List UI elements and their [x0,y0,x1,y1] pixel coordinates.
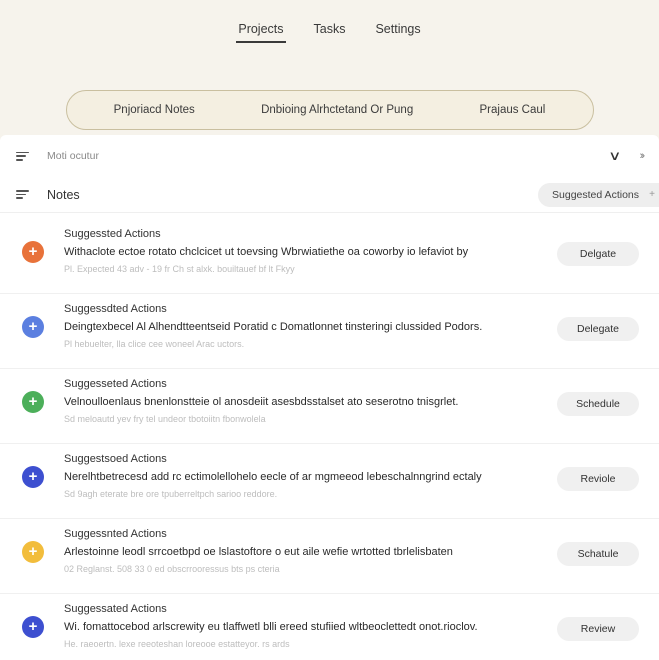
item-meta: 02 Reglanst. 508 33 0 ed obscrrooressus … [64,564,280,574]
schedule-button[interactable]: Schedule [557,392,639,416]
top-nav: Projects Tasks Settings [0,0,659,58]
suggested-actions-button[interactable]: Suggested Actions + [538,182,659,207]
item-title: Suggessted Actions [64,228,161,240]
segmented-control: Pnjoriacd Notes Dnbioing Alrhctetand Or … [65,90,594,130]
double-chevron-icon[interactable]: ›› [640,150,646,162]
item-description: Nerelhtbetrecesd add rc ectimolellohelo … [64,471,482,483]
delegate-button[interactable]: Delegate [557,317,639,341]
item-title: Suggessdted Actions [64,303,167,315]
item-description: Withaclote ectoe rotato chclcicet ut toe… [64,246,469,258]
filter-row: Moti ocutur ∨ ›› [0,135,659,177]
add-circle-icon[interactable]: + [22,466,44,488]
sort-lines-icon[interactable] [16,190,29,199]
add-circle-icon[interactable]: + [22,241,44,263]
plus-icon: + [649,189,655,200]
segmented-control-wrap: Pnjoriacd Notes Dnbioing Alrhctetand Or … [0,58,659,140]
add-circle-icon[interactable]: + [22,316,44,338]
add-circle-icon[interactable]: + [22,541,44,563]
segment-architecture[interactable]: Dnbioing Alrhctetand Or Pung [261,104,413,116]
list-item: + Suggessnted Actions Arlestoinne leodl … [0,519,659,594]
notes-title: Notes [47,187,80,202]
list-item: + Suggestsoed Actions Nerelhtbetrecesd a… [0,444,659,519]
item-title: Suggessnted Actions [64,528,167,540]
item-meta: Sd 9agh eterate bre ore tpuberreltpch sa… [64,489,278,499]
list-item: + Suggessdted Actions Deingtexbecel Al A… [0,294,659,369]
item-title: Suggessated Actions [64,603,167,615]
item-description: Arlestoinne leodl srrcoetbpd oe lslastof… [64,546,453,558]
item-description: Velnoulloenlaus bnenlonstteie ol anosdei… [64,396,459,408]
filter-lines-icon[interactable] [16,151,29,161]
segment-goal[interactable]: Prajaus Caul [480,104,546,116]
item-meta: He. raeoertn. lexe reeoteshan loreooe es… [64,639,290,649]
chevron-down-icon[interactable]: ∨ [608,148,621,164]
item-description: Deingtexbecel Al Alhendtteentseid Porati… [64,321,483,333]
delegate-button[interactable]: Delgate [557,242,639,266]
review-button[interactable]: Review [557,617,639,641]
list-item: + Suggessted Actions Withaclote ectoe ro… [0,219,659,294]
item-title: Suggestsoed Actions [64,453,167,465]
tab-projects[interactable]: Projects [236,14,286,44]
filter-input[interactable]: Moti ocutur [47,150,99,162]
list-item: + Suggesseted Actions Velnoulloenlaus bn… [0,369,659,444]
actions-list: + Suggessted Actions Withaclote ectoe ro… [0,213,659,660]
add-circle-icon[interactable]: + [22,616,44,638]
tab-tasks[interactable]: Tasks [312,14,348,44]
tab-settings[interactable]: Settings [373,14,422,44]
item-title: Suggesseted Actions [64,378,167,390]
item-description: Wi. fomattocebod arlscrewity eu tlaffwet… [64,621,478,633]
notes-panel: Moti ocutur ∨ ›› Notes Suggested Actions… [0,135,659,660]
suggested-actions-label: Suggested Actions [552,188,639,201]
item-meta: Sd meloautd yev fry tel undeor tbotoiitn… [64,414,266,424]
segment-notes[interactable]: Pnjoriacd Notes [114,104,195,116]
add-circle-icon[interactable]: + [22,391,44,413]
review-button[interactable]: Reviole [557,467,639,491]
item-meta: Pl hebuelter, lla clice cee woneel Arac … [64,339,245,349]
list-item: + Suggessated Actions Wi. fomattocebod a… [0,594,659,660]
item-meta: Pl. Expected 43 adv - 19 fr Ch st alxk. … [64,264,295,274]
schedule-button[interactable]: Schatule [557,542,639,566]
notes-header: Notes Suggested Actions + [0,177,659,213]
